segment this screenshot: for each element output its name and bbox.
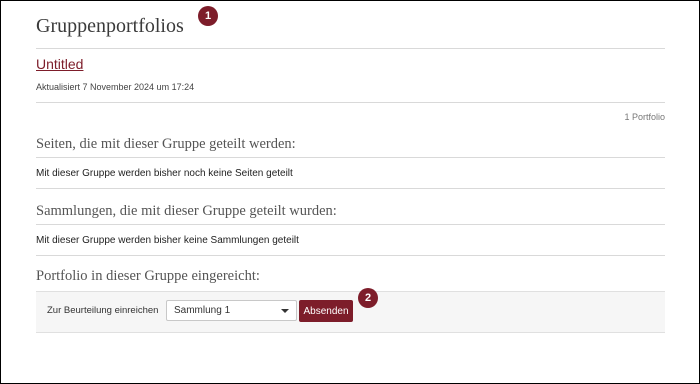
caret-down-icon <box>281 309 289 313</box>
pages-section-heading: Seiten, die mit dieser Gruppe geteilt we… <box>36 136 296 152</box>
collections-section-text: Mit dieser Gruppe werden bisher keine Sa… <box>36 235 299 246</box>
divider <box>36 102 665 103</box>
divider <box>36 224 665 225</box>
collection-select-value: Sammlung 1 <box>174 305 231 316</box>
divider <box>36 48 665 49</box>
annotation-marker-2: 2 <box>358 288 378 308</box>
collections-section-heading: Sammlungen, die mit dieser Gruppe geteil… <box>36 203 337 219</box>
updated-timestamp: Aktualisiert 7 November 2024 um 17:24 <box>36 82 195 92</box>
divider <box>36 188 665 189</box>
submit-button[interactable]: Absenden <box>299 300 353 322</box>
annotation-marker-1: 1 <box>198 6 218 26</box>
divider <box>36 255 665 256</box>
portfolio-title-link[interactable]: Untitled <box>36 56 83 72</box>
divider <box>36 157 665 158</box>
collection-select[interactable]: Sammlung 1 <box>166 300 297 321</box>
submitted-section-heading: Portfolio in dieser Gruppe eingereicht: <box>36 268 260 284</box>
submit-label: Zur Beurteilung einreichen <box>47 305 159 316</box>
page-frame: Gruppenportfolios 1 Untitled Aktualisier… <box>0 0 700 384</box>
page-title: Gruppenportfolios <box>36 15 184 37</box>
portfolio-count: 1 Portfolio <box>624 112 665 122</box>
submit-row: Zur Beurteilung einreichen Sammlung 1 Ab… <box>36 291 665 333</box>
pages-section-text: Mit dieser Gruppe werden bisher noch kei… <box>36 168 293 179</box>
